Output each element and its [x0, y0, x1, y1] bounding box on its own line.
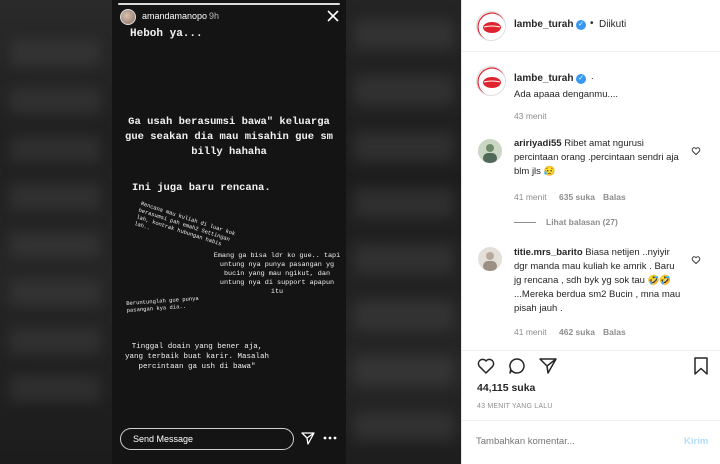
likes-count[interactable]: 44,115 suka: [477, 382, 535, 394]
verified-icon: ✓: [576, 74, 586, 84]
view-replies-button[interactable]: Lihat balasan (27): [546, 217, 618, 227]
like-heart-icon[interactable]: [476, 356, 496, 376]
story-text-3: Ini juga baru rencana.: [132, 182, 271, 194]
share-icon[interactable]: [538, 356, 558, 376]
comment-likes[interactable]: 635 suka: [559, 192, 595, 202]
post-comment-button[interactable]: Kirim: [684, 436, 708, 447]
comment-body: aririyadi55 Ribet amat ngurusi percintaa…: [514, 137, 684, 179]
comment-body: titie.mrs_barito Biasa netijen ..nyiyir …: [514, 246, 684, 316]
story-text-7: Tinggal doain yang bener aja, yang terba…: [124, 343, 270, 371]
close-icon[interactable]: [325, 8, 341, 24]
reply-button[interactable]: Balas: [603, 327, 626, 337]
commenter-avatar[interactable]: [478, 247, 502, 271]
send-icon[interactable]: [300, 430, 316, 446]
comment-username[interactable]: aririyadi55: [514, 138, 562, 149]
story-avatar[interactable]: [120, 9, 136, 25]
comment-time: 41 menit: [514, 192, 547, 202]
caption-text: Ada apaaa denganmu....: [514, 89, 619, 100]
author-username[interactable]: lambe_turah: [514, 19, 573, 30]
add-comment-bar: Kirim: [462, 420, 720, 464]
story-text-5: Emang ga bisa ldr ko gue.. tapi untung n…: [213, 252, 341, 296]
author-avatar[interactable]: [476, 11, 506, 41]
story-time: 9h: [209, 11, 220, 21]
story-frame[interactable]: amandamanopo 9h Heboh ya... Ga usah bera…: [112, 0, 346, 464]
story-username[interactable]: amandamanopo: [142, 11, 207, 21]
lips-logo-icon: [477, 12, 505, 40]
story-text-1: Heboh ya...: [130, 28, 203, 40]
commenter-avatar[interactable]: [478, 139, 502, 163]
post-header: lambe_turah ✓ • Diikuti: [462, 0, 720, 52]
story-text-6: Beruntunglah gue punya pasangan kya dia.…: [126, 294, 199, 314]
comment-icon[interactable]: [507, 356, 527, 376]
verified-icon: ✓: [576, 20, 586, 30]
like-comment-heart-icon[interactable]: [691, 255, 701, 265]
story-text-2: Ga usah berasumsi bawa" keluarga gue sea…: [125, 116, 333, 158]
blurred-background-left: [0, 0, 112, 464]
caption-suffix: .: [591, 71, 594, 82]
follow-status-button[interactable]: Diikuti: [599, 19, 626, 30]
story-reply-placeholder: Send Message: [133, 434, 194, 444]
posted-time: 43 MENIT YANG LALU: [477, 403, 553, 410]
story-viewer: amandamanopo 9h Heboh ya... Ga usah bera…: [0, 0, 461, 464]
comment-likes[interactable]: 462 suka: [559, 327, 595, 337]
save-bookmark-icon[interactable]: [691, 356, 711, 376]
reply-button[interactable]: Balas: [603, 192, 626, 202]
separator-dot: •: [590, 18, 594, 29]
more-options-icon[interactable]: [322, 432, 338, 444]
comment-username[interactable]: titie.mrs_barito: [514, 247, 583, 258]
lips-logo-icon: [477, 67, 505, 95]
blurred-background-right: [346, 0, 461, 464]
caption-author-avatar[interactable]: [476, 66, 506, 96]
action-bar-divider: [462, 350, 720, 351]
replies-divider: [514, 222, 536, 223]
caption-username[interactable]: lambe_turah: [514, 73, 573, 84]
like-comment-heart-icon[interactable]: [691, 146, 701, 156]
story-progress-bar: [118, 3, 340, 5]
comment-time: 41 menit: [514, 327, 547, 337]
story-text-4: Rencana mau kuliah di luar kok berasumsi…: [133, 200, 237, 248]
post-panel: lambe_turah ✓ • Diikuti lambe_turah ✓ . …: [461, 0, 720, 464]
comment-input[interactable]: [476, 436, 666, 447]
story-reply-input[interactable]: Send Message: [120, 428, 294, 450]
caption-time: 43 menit: [514, 111, 547, 121]
